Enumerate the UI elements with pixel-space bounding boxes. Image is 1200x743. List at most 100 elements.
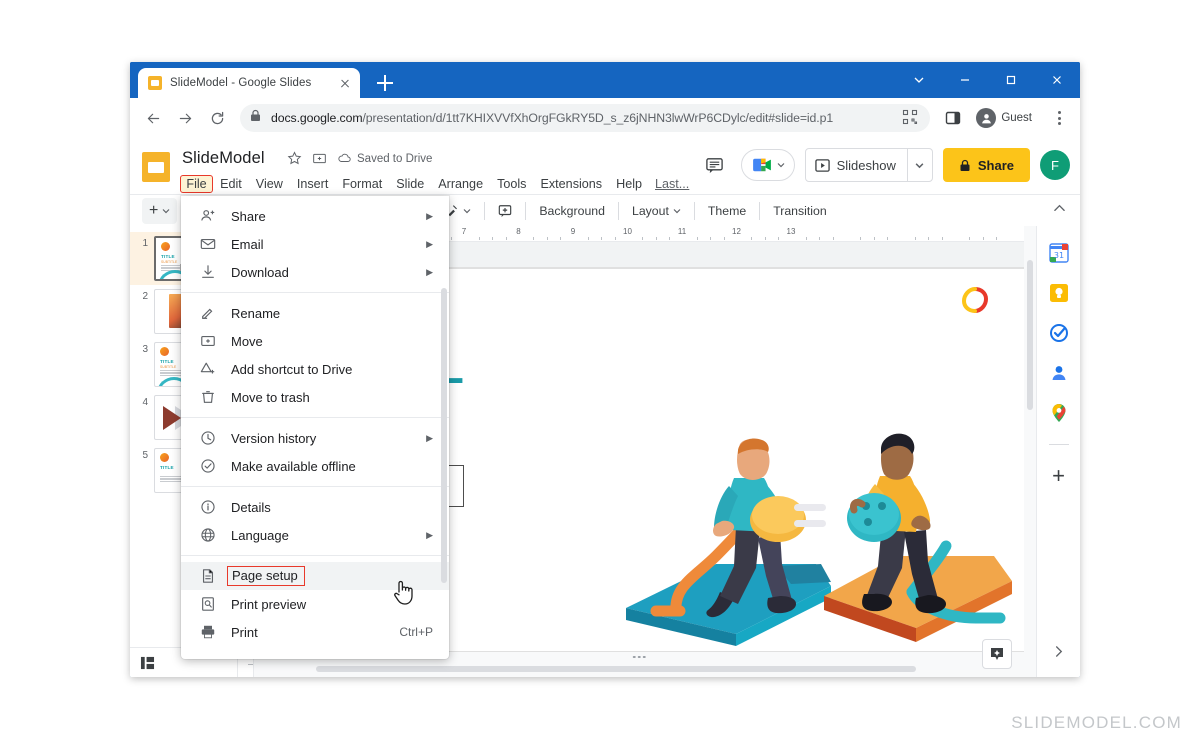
chevron-down-icon: [463, 207, 471, 215]
save-status[interactable]: Saved to Drive: [337, 151, 432, 166]
file-menu-popup[interactable]: Share ▶ Email ▶ Download ▶ Rename: [181, 196, 449, 659]
svg-text:31: 31: [1053, 251, 1063, 260]
save-status-label: Saved to Drive: [357, 153, 432, 165]
add-apps-button[interactable]: +: [1052, 465, 1065, 487]
menu-edit[interactable]: Edit: [213, 174, 249, 194]
profile-chip[interactable]: Guest: [972, 104, 1042, 132]
account-avatar[interactable]: F: [1040, 150, 1070, 180]
share-button[interactable]: Share: [943, 148, 1030, 182]
menu-item-label: Language: [231, 528, 426, 543]
menu-help[interactable]: Help: [609, 174, 649, 194]
google-keep-icon[interactable]: [1048, 282, 1070, 304]
slideshow-dropdown-icon[interactable]: [908, 149, 932, 181]
menu-format[interactable]: Format: [335, 174, 389, 194]
transition-button[interactable]: Transition: [766, 198, 834, 224]
layout-button[interactable]: Layout: [625, 198, 688, 224]
printer-icon: [199, 624, 217, 640]
canvas-horizontal-scrollbar[interactable]: [256, 665, 992, 673]
menu-item-print-preview[interactable]: Print preview: [181, 590, 449, 618]
plus-icon: +: [149, 205, 158, 217]
side-rail: 31 +: [1036, 226, 1080, 677]
ruler-tick-label: 8: [516, 227, 520, 236]
move-to-folder-icon[interactable]: [312, 151, 327, 166]
add-comment-button[interactable]: [491, 198, 519, 224]
close-window-icon[interactable]: [1034, 62, 1080, 98]
browser-tab[interactable]: SlideModel - Google Slides: [138, 68, 360, 98]
slide-number: 4: [132, 395, 148, 408]
profile-label: Guest: [1001, 112, 1032, 124]
slideshow-button[interactable]: Slideshow: [805, 148, 933, 182]
menu-item-share[interactable]: Share ▶: [181, 202, 449, 230]
google-calendar-icon[interactable]: 31: [1048, 242, 1070, 264]
menu-view[interactable]: View: [249, 174, 290, 194]
notes-resize-handle[interactable]: [633, 656, 646, 659]
filmstrip-view-icon[interactable]: [140, 656, 155, 670]
menu-item-download[interactable]: Download ▶: [181, 258, 449, 286]
browser-menu-icon[interactable]: [1046, 104, 1072, 132]
envelope-icon: [199, 236, 217, 252]
thumb-title: TITLE: [161, 254, 175, 259]
thumb-logo-icon: [160, 453, 169, 462]
google-tasks-icon[interactable]: [1048, 322, 1070, 344]
menu-item-email[interactable]: Email ▶: [181, 230, 449, 258]
menu-item-version-history[interactable]: Version history ▶: [181, 424, 449, 452]
theme-button[interactable]: Theme: [701, 198, 753, 224]
maximize-icon[interactable]: [988, 62, 1034, 98]
last-edit-link[interactable]: Last...: [655, 177, 689, 191]
address-bar[interactable]: docs.google.com/presentation/d/1tt7KHIXV…: [240, 104, 930, 132]
menu-scrollbar[interactable]: [441, 288, 447, 583]
menu-separator: [181, 486, 449, 487]
menu-item-label: Email: [231, 237, 426, 252]
qr-code-icon[interactable]: [902, 109, 920, 127]
document-header-icons: Saved to Drive: [287, 151, 432, 166]
menu-item-make-available-offline[interactable]: Make available offline: [181, 452, 449, 480]
close-tab-icon[interactable]: [336, 74, 354, 92]
menu-item-page-setup[interactable]: Page setup: [181, 562, 449, 590]
google-maps-icon[interactable]: [1048, 402, 1070, 424]
menu-item-accelerator: Ctrl+P: [399, 625, 449, 639]
new-slide-button[interactable]: +: [142, 198, 177, 224]
add-comment-icon: [498, 204, 512, 218]
back-icon[interactable]: [138, 103, 168, 133]
forward-icon[interactable]: [170, 103, 200, 133]
person-add-icon: [199, 208, 217, 224]
thumb-logo-icon: [160, 347, 169, 356]
chevron-down-icon: [162, 207, 170, 215]
menu-item-move-to-trash[interactable]: Move to trash: [181, 383, 449, 411]
share-label: Share: [978, 158, 1014, 173]
menu-item-label: Print preview: [231, 597, 449, 612]
side-panel-icon[interactable]: [938, 103, 968, 133]
google-meet-button[interactable]: [741, 149, 795, 181]
google-contacts-icon[interactable]: [1048, 362, 1070, 384]
menu-tools[interactable]: Tools: [490, 174, 533, 194]
menu-item-label: Details: [231, 500, 449, 515]
collapse-toolbar-icon[interactable]: [1053, 202, 1066, 220]
star-icon[interactable]: [287, 151, 302, 166]
menu-item-label: Move to trash: [231, 390, 449, 405]
thumb-logo-icon: [161, 242, 170, 251]
menu-extensions[interactable]: Extensions: [533, 174, 609, 194]
menu-insert[interactable]: Insert: [290, 174, 336, 194]
expand-rail-icon[interactable]: [1052, 645, 1065, 663]
menu-item-print[interactable]: Print Ctrl+P: [181, 618, 449, 646]
reload-icon[interactable]: [202, 103, 232, 133]
explore-button[interactable]: [982, 639, 1012, 669]
slide-logo-icon: [962, 287, 988, 313]
page-setup-icon: [199, 568, 217, 584]
menu-item-language[interactable]: Language ▶: [181, 521, 449, 549]
menu-file[interactable]: File: [180, 175, 213, 194]
menu-item-add-shortcut-to-drive[interactable]: Add shortcut to Drive: [181, 355, 449, 383]
new-tab-button[interactable]: [373, 71, 397, 95]
menu-item-rename[interactable]: Rename: [181, 299, 449, 327]
canvas-vertical-scrollbar[interactable]: [1026, 246, 1034, 655]
chevron-down-icon[interactable]: [896, 62, 942, 98]
menu-slide[interactable]: Slide: [389, 174, 431, 194]
background-button[interactable]: Background: [532, 198, 612, 224]
menu-item-move[interactable]: Move: [181, 327, 449, 355]
lock-icon: [250, 109, 263, 127]
comment-history-icon[interactable]: [699, 149, 731, 181]
menu-item-details[interactable]: Details: [181, 493, 449, 521]
submenu-arrow-icon: ▶: [426, 239, 449, 250]
minimize-icon[interactable]: [942, 62, 988, 98]
menu-arrange[interactable]: Arrange: [431, 174, 490, 194]
